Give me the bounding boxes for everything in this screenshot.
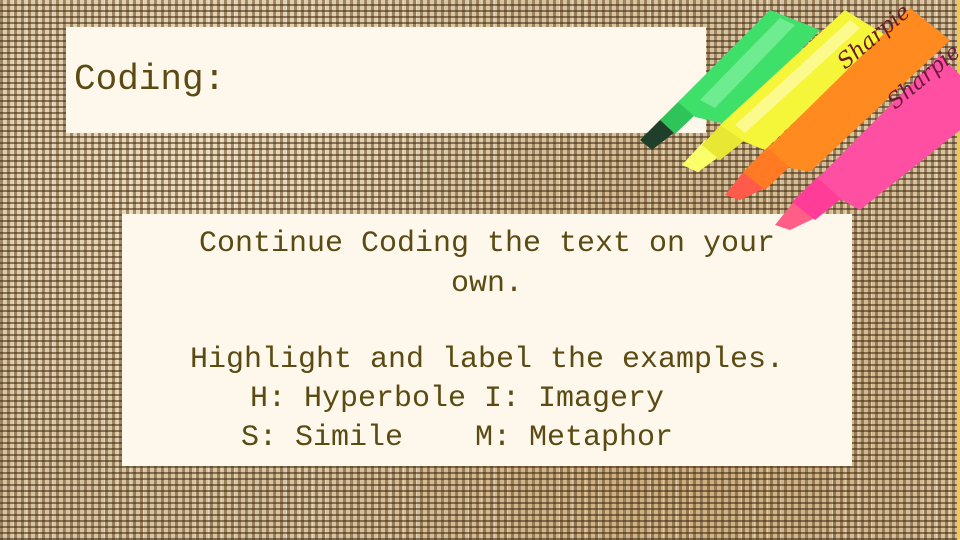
highlighter-markers-image: Sharpie Sharpie xyxy=(640,0,960,230)
title-panel: Coding: xyxy=(66,27,706,133)
legend-row-1: H: Hyperbole I: Imagery xyxy=(249,382,665,416)
instruction-line-2: own. xyxy=(450,267,523,301)
task-line: Highlight and label the examples. xyxy=(189,343,785,377)
slide-title: Coding: xyxy=(74,59,226,100)
instructions-panel: Continue Coding the text on your own. Hi… xyxy=(122,214,852,466)
legend-row-2: S: Simile M: Metaphor xyxy=(240,421,674,455)
